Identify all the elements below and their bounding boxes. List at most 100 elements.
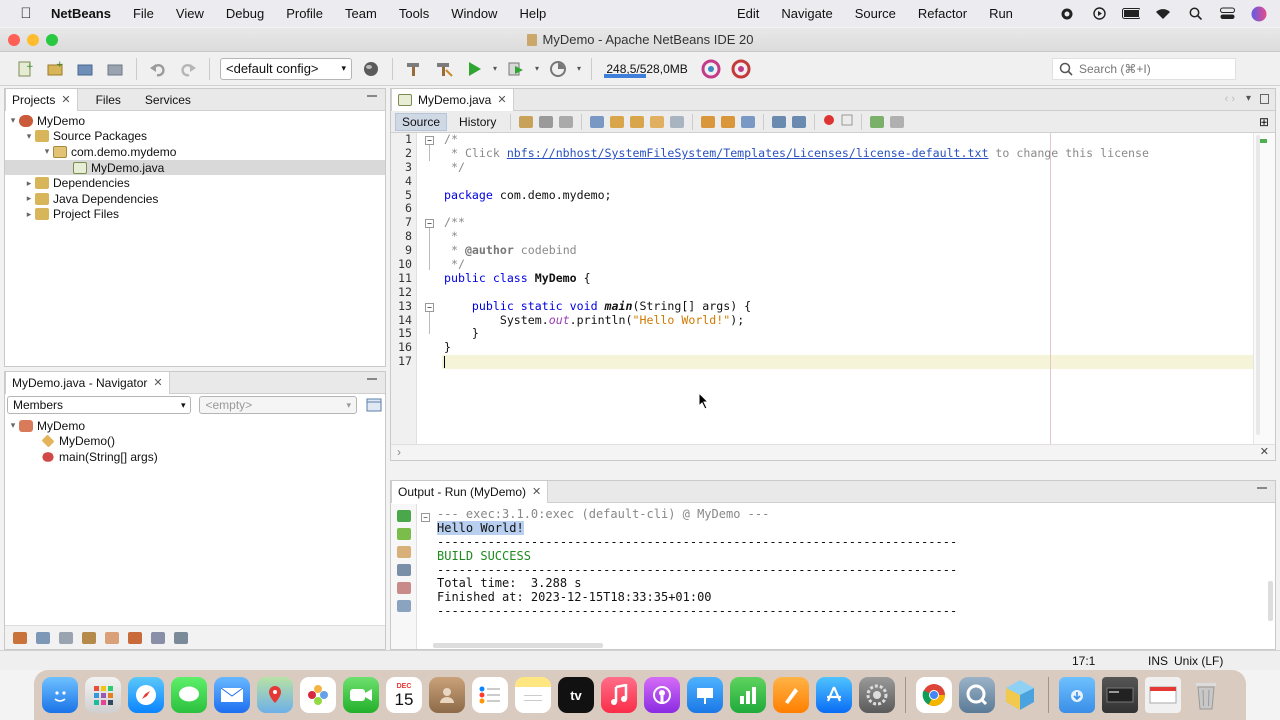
redo-icon[interactable] xyxy=(177,58,199,80)
menu-help[interactable]: Help xyxy=(508,6,557,21)
memory-indicator[interactable]: 248,5/528,0MB xyxy=(602,58,692,80)
debug-icon[interactable] xyxy=(505,58,527,80)
fold-toggle-icon[interactable]: − xyxy=(421,513,430,522)
close-tab-icon[interactable]: ✕ xyxy=(153,376,162,389)
filter-fields-icon[interactable] xyxy=(36,631,50,644)
close-project-icon[interactable] xyxy=(104,58,126,80)
menu-view[interactable]: View xyxy=(165,6,215,21)
tab-navigator[interactable]: MyDemo.java - Navigator ✕ xyxy=(5,371,170,394)
output-console[interactable]: --- exec:3.1.0:exec (default-cli) @ MyDe… xyxy=(437,507,957,619)
debug-dropdown-icon[interactable]: ▾ xyxy=(535,64,539,73)
output-options-icon[interactable] xyxy=(396,600,411,612)
battery-icon[interactable] xyxy=(1122,7,1140,21)
apple-menu-icon[interactable]:  xyxy=(16,5,36,22)
system-settings-icon[interactable] xyxy=(859,677,895,713)
rerun-with-options-icon[interactable] xyxy=(396,528,411,540)
filter-static-icon[interactable] xyxy=(59,631,73,644)
toggle-rect-selection-icon[interactable] xyxy=(670,115,685,128)
sort-by-source-icon[interactable] xyxy=(174,631,188,644)
trash-icon[interactable] xyxy=(1188,677,1224,713)
profile-dropdown-icon[interactable]: ▾ xyxy=(577,64,581,73)
run-icon[interactable] xyxy=(463,58,485,80)
filter-fqn-icon[interactable] xyxy=(128,631,142,644)
tree-item-java-dependencies[interactable]: ▸ Java Dependencies xyxy=(5,191,385,207)
tab-projects[interactable]: Projects ✕ xyxy=(5,88,78,111)
menu-app-name[interactable]: NetBeans xyxy=(40,6,122,21)
close-tab-icon[interactable]: ✕ xyxy=(61,93,70,106)
quick-search-input[interactable]: Search (⌘+I) xyxy=(1052,58,1236,80)
profiler-snapshot-icon[interactable] xyxy=(730,58,752,80)
expand-breadcrumbs-icon[interactable]: › xyxy=(397,445,401,459)
next-bookmark-icon[interactable] xyxy=(721,115,736,128)
minimize-window-button[interactable] xyxy=(27,34,39,46)
configuration-select[interactable]: <default config> ▾ xyxy=(220,57,352,80)
last-edit-icon[interactable] xyxy=(519,115,534,128)
build-hammer-icon[interactable] xyxy=(403,58,425,80)
music-icon[interactable] xyxy=(601,677,637,713)
expanded-chevron-icon[interactable]: ▾ xyxy=(7,115,19,126)
tab-mydemo-java[interactable]: MyDemo.java ✕ xyxy=(391,88,514,111)
recent-document-icon[interactable] xyxy=(1145,677,1181,713)
find-next-icon[interactable] xyxy=(630,115,645,128)
close-tab-icon[interactable]: ✕ xyxy=(497,93,506,106)
fold-toggle-icon[interactable]: − xyxy=(425,136,434,145)
navigator-item-constructor[interactable]: MyDemo() xyxy=(5,434,385,450)
collapsed-chevron-icon[interactable]: ▸ xyxy=(23,209,35,220)
comment-icon[interactable] xyxy=(870,115,885,128)
minimize-panel-icon[interactable] xyxy=(367,95,377,97)
menu-profile[interactable]: Profile xyxy=(275,6,334,21)
tab-list-dropdown-icon[interactable]: ▾ xyxy=(1246,93,1251,104)
expanded-chevron-icon[interactable]: ▾ xyxy=(7,420,19,431)
minimize-panel-icon[interactable] xyxy=(367,378,377,380)
toggle-bookmark-icon[interactable] xyxy=(741,115,756,128)
navigator-options-icon[interactable] xyxy=(365,397,383,413)
tree-item-project-files[interactable]: ▸ Project Files xyxy=(5,207,385,223)
collapsed-chevron-icon[interactable]: ▸ xyxy=(23,178,35,189)
messages-icon[interactable] xyxy=(171,677,207,713)
filter-nonpublic-icon[interactable] xyxy=(82,631,96,644)
downloads-folder-icon[interactable] xyxy=(1059,677,1095,713)
forward-icon[interactable] xyxy=(559,115,574,128)
menu-edit[interactable]: Edit xyxy=(726,6,770,21)
gc-collect-icon[interactable] xyxy=(700,58,722,80)
tree-item-mydemo-java[interactable]: MyDemo.java xyxy=(5,159,385,176)
mail-icon[interactable] xyxy=(214,677,250,713)
fold-toggle-icon[interactable]: − xyxy=(425,219,434,228)
notes-icon[interactable] xyxy=(515,677,551,713)
maps-icon[interactable] xyxy=(257,677,293,713)
calendar-icon[interactable]: DEC 15 xyxy=(386,677,422,713)
output-horizontal-scrollbar[interactable] xyxy=(433,643,603,648)
tree-item-mydemo[interactable]: ▾ MyDemo xyxy=(5,113,385,129)
shift-right-icon[interactable] xyxy=(792,115,807,128)
tree-item-source-packages[interactable]: ▾ Source Packages xyxy=(5,129,385,145)
profile-icon[interactable] xyxy=(547,58,569,80)
editor-vertical-scrollbar[interactable] xyxy=(1253,133,1275,460)
undo-icon[interactable] xyxy=(147,58,169,80)
tree-item-dependencies[interactable]: ▸ Dependencies xyxy=(5,175,385,191)
secondary-select[interactable]: <empty> ▾ xyxy=(199,396,358,414)
new-file-icon[interactable]: + xyxy=(14,58,36,80)
expanded-chevron-icon[interactable]: ▾ xyxy=(41,146,53,157)
toggle-highlight-icon[interactable] xyxy=(650,115,665,128)
wifi-icon[interactable] xyxy=(1154,7,1172,21)
tab-scroll-arrows-icon[interactable]: ‹ › xyxy=(1225,93,1235,105)
collapsed-chevron-icon[interactable]: ▸ xyxy=(23,193,35,204)
launchpad-icon[interactable] xyxy=(85,677,121,713)
find-selection-icon[interactable] xyxy=(590,115,605,128)
record-icon[interactable] xyxy=(1058,7,1076,21)
run-dropdown-icon[interactable]: ▾ xyxy=(493,64,497,73)
minimize-panel-icon[interactable] xyxy=(1257,487,1267,489)
members-select[interactable]: Members ▾ xyxy=(7,396,192,414)
open-project-icon[interactable] xyxy=(74,58,96,80)
split-editor-icon[interactable]: ⊞ xyxy=(1259,115,1269,129)
build-settings-icon[interactable] xyxy=(396,564,411,576)
chrome-icon[interactable] xyxy=(916,677,952,713)
reminders-icon[interactable] xyxy=(472,677,508,713)
podcasts-icon[interactable] xyxy=(644,677,680,713)
find-previous-icon[interactable] xyxy=(610,115,625,128)
menu-tools[interactable]: Tools xyxy=(388,6,440,21)
finder-icon[interactable] xyxy=(42,677,78,713)
menu-debug[interactable]: Debug xyxy=(215,6,275,21)
output-vertical-scrollbar[interactable] xyxy=(1268,581,1273,621)
play-circle-icon[interactable] xyxy=(1090,7,1108,21)
